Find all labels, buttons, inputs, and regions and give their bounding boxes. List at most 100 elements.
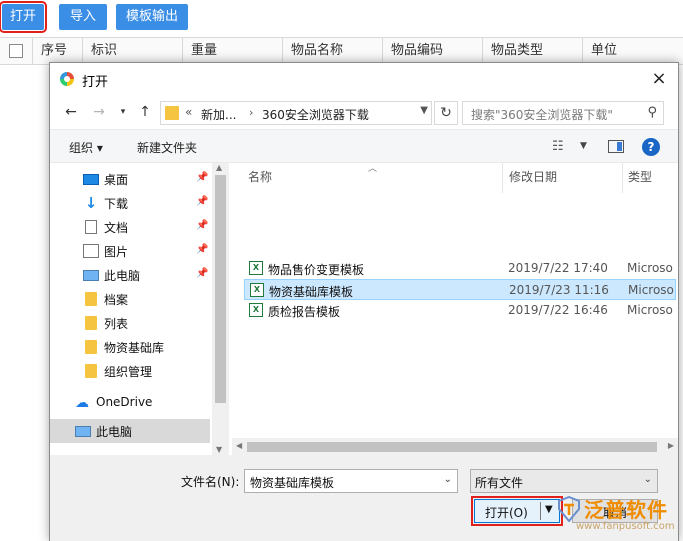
file-list-horizontal-scrollbar[interactable]: ◀ ▶ (232, 438, 678, 455)
file-date: 2019/7/22 16:46 (508, 303, 608, 317)
nav-item-label: 档案 (104, 293, 129, 307)
nav-item-list[interactable]: 列表 (50, 311, 210, 335)
filename-label: 文件名(N): (181, 475, 240, 489)
nav-item-label: 图片 (104, 245, 129, 259)
column-header-date[interactable]: 修改日期 (509, 168, 557, 185)
nav-item-onedrive[interactable]: ☁ OneDrive (50, 391, 210, 415)
filename-input[interactable]: 物资基础库模板 ⌄ (244, 469, 458, 493)
nav-item-label: 列表 (104, 317, 129, 331)
view-options-icon[interactable]: ☷ (552, 139, 564, 154)
watermark-brand: 泛普软件 (584, 498, 668, 522)
cloud-icon: ☁ (75, 395, 89, 411)
scroll-right-icon[interactable]: ▶ (668, 441, 674, 450)
nav-item-org-management[interactable]: 组织管理 (50, 359, 210, 383)
file-type: Microso (628, 283, 674, 297)
excel-file-icon: X (250, 283, 264, 297)
dialog-titlebar[interactable]: 打开 × (50, 63, 678, 95)
up-arrow-icon[interactable]: ↑ (136, 102, 154, 122)
column-header-weight[interactable]: 重量 (182, 38, 282, 64)
folder-icon (85, 316, 97, 330)
browser-logo-icon (60, 72, 74, 86)
nav-item-label: 文档 (104, 221, 129, 235)
nav-item-this-pc[interactable]: 此电脑 (50, 419, 210, 443)
column-header-name[interactable]: 名称 (248, 168, 272, 185)
column-header-item-type[interactable]: 物品类型 (482, 38, 582, 64)
help-icon[interactable]: ? (642, 138, 660, 156)
select-all-checkbox[interactable] (9, 44, 23, 58)
scroll-down-icon[interactable]: ▼ (216, 445, 222, 454)
column-header-id[interactable]: 标识 (82, 38, 182, 64)
chevron-down-icon[interactable]: ⌄ (644, 474, 652, 485)
chevron-down-icon[interactable]: ⌄ (444, 474, 452, 485)
template-export-button[interactable]: 模板输出 (116, 4, 188, 30)
open-options-dropdown-icon[interactable]: ▼ (545, 504, 553, 515)
folder-icon (85, 292, 97, 306)
column-header-type[interactable]: 类型 (628, 168, 652, 185)
nav-item-desktop[interactable]: 桌面 📌 (50, 167, 210, 191)
search-icon[interactable]: ⚲ (647, 105, 657, 120)
view-dropdown-icon[interactable]: ▼ (580, 141, 587, 151)
forward-arrow-icon[interactable]: → (90, 102, 108, 122)
column-header-item-code[interactable]: 物品编码 (382, 38, 482, 64)
pin-icon[interactable]: 📌 (196, 244, 208, 255)
dialog-open-button[interactable]: 打开(O) ▼ (471, 496, 563, 526)
address-dropdown-icon[interactable]: ▼ (420, 105, 428, 116)
column-header-item-name[interactable]: 物品名称 (282, 38, 382, 64)
folder-icon (85, 340, 97, 354)
nav-item-downloads[interactable]: ↓ 下载 📌 (50, 191, 210, 215)
desktop-icon (83, 174, 99, 185)
nav-item-materials-library[interactable]: 物资基础库 (50, 335, 210, 359)
address-overflow-chevron[interactable]: « (185, 105, 192, 119)
nav-item-this-pc-quick[interactable]: 此电脑 📌 (50, 263, 210, 287)
document-icon (85, 220, 97, 234)
open-button-label: 打开(O) (485, 506, 528, 520)
back-arrow-icon[interactable]: ← (62, 102, 80, 122)
scrollbar-thumb[interactable] (215, 175, 226, 403)
recent-locations-chevron-icon[interactable]: ▾ (114, 102, 132, 122)
pin-icon[interactable]: 📌 (196, 196, 208, 207)
pin-icon[interactable]: 📌 (196, 220, 208, 231)
address-segment-drive[interactable]: 新加... (201, 106, 236, 123)
address-segment-folder[interactable]: 360安全浏览器下载 (262, 106, 369, 123)
scrollbar-thumb[interactable] (247, 442, 657, 452)
navigation-bar: ← → ▾ ↑ « 新加... › 360安全浏览器下载 ▼ ↻ 搜索"360安… (50, 95, 678, 129)
nav-item-label: 组织管理 (104, 365, 153, 379)
address-separator[interactable]: › (249, 106, 253, 119)
column-divider[interactable] (622, 163, 623, 193)
new-folder-button[interactable]: 新建文件夹 (137, 139, 197, 156)
scroll-up-icon[interactable]: ▲ (216, 163, 222, 172)
column-divider[interactable] (502, 163, 503, 193)
close-icon[interactable]: × (646, 66, 672, 92)
column-header-index[interactable]: 序号 (32, 38, 82, 64)
file-date: 2019/7/23 11:16 (509, 283, 609, 297)
file-row[interactable]: X 质检报告模板 2019/7/22 16:46 Microso (244, 300, 676, 321)
split-divider (540, 502, 541, 520)
nav-pane-scrollbar[interactable]: ▲ ▼ (212, 163, 229, 455)
file-type-value: 所有文件 (475, 476, 524, 490)
column-header-unit[interactable]: 单位 (582, 38, 683, 64)
file-row-selected[interactable]: X 物资基础库模板 2019/7/23 11:16 Microso (244, 279, 676, 300)
nav-item-label: OneDrive (96, 395, 153, 409)
refresh-icon[interactable]: ↻ (434, 101, 458, 125)
file-type-select[interactable]: 所有文件 ⌄ (470, 469, 658, 493)
preview-pane-icon[interactable] (608, 140, 624, 153)
nav-item-pictures[interactable]: 图片 📌 (50, 239, 210, 263)
import-button[interactable]: 导入 (59, 4, 107, 30)
file-name: 物品售价变更模板 (268, 263, 365, 277)
watermark: 泛普软件 www.fanpusoft.com (556, 494, 681, 539)
grid-header: 序号 标识 重量 物品名称 物品编码 物品类型 单位 (0, 37, 683, 65)
organize-menu[interactable]: 组织 ▾ (69, 139, 103, 156)
pin-icon[interactable]: 📌 (196, 172, 208, 183)
nav-item-archive[interactable]: 档案 (50, 287, 210, 311)
open-button[interactable]: 打开 (0, 1, 47, 33)
scroll-left-icon[interactable]: ◀ (236, 441, 242, 450)
nav-item-documents[interactable]: 文档 📌 (50, 215, 210, 239)
excel-file-icon: X (249, 303, 263, 317)
search-box[interactable]: 搜索"360安全浏览器下载" ⚲ (462, 101, 664, 125)
file-row[interactable]: X 物品售价变更模板 2019/7/22 17:40 Microso (244, 258, 676, 279)
command-bar: 组织 ▾ 新建文件夹 ☷ ▼ ? (50, 129, 678, 163)
address-bar[interactable]: « 新加... › 360安全浏览器下载 ▼ (160, 101, 432, 125)
pin-icon[interactable]: 📌 (196, 268, 208, 279)
nav-item-label: 此电脑 (96, 425, 133, 439)
filename-value: 物资基础库模板 (250, 476, 335, 490)
